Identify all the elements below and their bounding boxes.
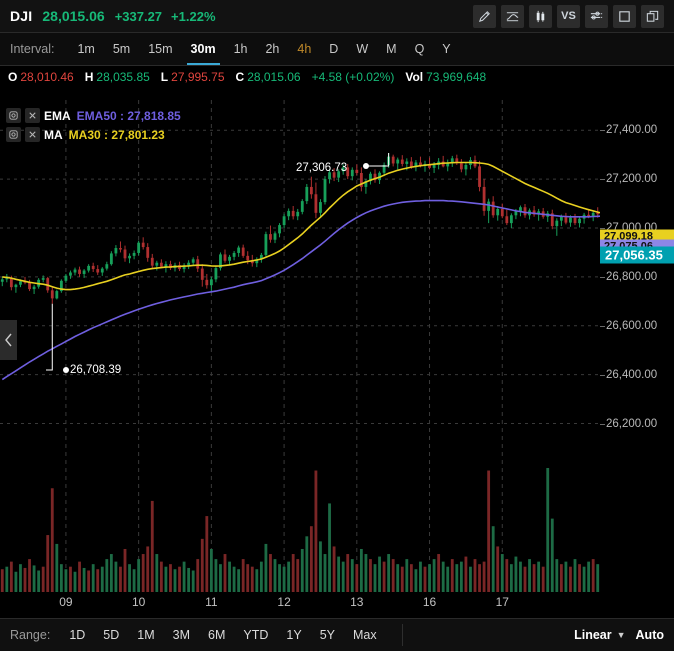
price-axis-label: 27,400.00	[606, 124, 658, 137]
ohlc-open-value: 28,010.46	[20, 69, 74, 84]
ohlc-high-key: H	[84, 69, 94, 84]
settings-sliders-icon[interactable]	[585, 4, 608, 28]
volume-key: Vol	[405, 69, 424, 84]
time-axis-label: 17	[495, 595, 509, 609]
interval-w[interactable]: W	[347, 33, 377, 65]
price-axis-label: 26,600.00	[606, 319, 658, 332]
last-price: 28,015.06	[42, 8, 105, 24]
indicator-row-ma[interactable]: MA MA30 : 27,801.23	[6, 125, 181, 144]
time-axis-label: 16	[422, 595, 437, 609]
interval-4h[interactable]: 4h	[288, 33, 320, 65]
ema-name: EMA	[44, 108, 71, 123]
price-axis-tick	[600, 325, 605, 327]
range-5y[interactable]: 5Y	[311, 628, 344, 642]
ma-settings-icon[interactable]	[6, 127, 21, 142]
ohlc-close-value: 28,015.06	[247, 69, 301, 84]
range-1d[interactable]: 1D	[60, 628, 94, 642]
range-divider	[401, 624, 403, 646]
chart-container[interactable]: 27,400.00 27,200.00 27,000.00 26,800.00 26,6…	[0, 100, 674, 597]
range-6m[interactable]: 6M	[199, 628, 234, 642]
symbol-label: DJI	[10, 8, 33, 24]
interval-y[interactable]: Y	[433, 33, 459, 65]
ema-settings-icon[interactable]	[6, 108, 21, 123]
interval-30m[interactable]: 30m	[182, 33, 225, 65]
volume-value: 73,969,648	[426, 69, 487, 84]
ohlc-low-key: L	[160, 69, 169, 84]
scale-type-select[interactable]: Linear ▼	[574, 628, 625, 642]
ma-value: MA30 : 27,801.23	[68, 127, 165, 142]
scroll-left-button[interactable]	[0, 320, 17, 360]
price-axis-label: 26,800.00	[606, 270, 658, 283]
price-change-percent: +1.22%	[171, 8, 216, 24]
time-axis-label: 13	[350, 595, 364, 609]
high-annotation: 27,306.73	[296, 162, 347, 174]
low-annotation: 26,708.39	[70, 364, 121, 376]
scale-type-label: Linear	[574, 628, 612, 642]
chart-canvas[interactable]	[0, 100, 600, 597]
compare-vs-icon[interactable]: VS	[557, 4, 580, 28]
price-axis-tick	[600, 130, 605, 132]
range-1y[interactable]: 1Y	[277, 628, 310, 642]
ohlc-open-key: O	[8, 69, 18, 84]
range-3m[interactable]: 3M	[164, 628, 199, 642]
range-label: Range:	[10, 628, 51, 642]
ma-remove-icon[interactable]	[25, 127, 40, 142]
quote-bar: DJI 28,015.06 +337.27 +1.22% VS	[0, 0, 674, 33]
fullscreen-icon[interactable]	[613, 4, 636, 28]
ohlc-readout: O 28,010.46 H 28,035.85 L 27,995.75 C 28…	[0, 66, 674, 87]
price-axis-label: 26,400.00	[606, 368, 658, 381]
ohlc-close-key: C	[235, 69, 245, 84]
interval-1m[interactable]: 1m	[68, 33, 103, 65]
last-price-tag: 27,056.35	[600, 246, 674, 264]
interval-1h[interactable]: 1h	[225, 33, 257, 65]
range-5d[interactable]: 5D	[94, 628, 128, 642]
interval-bar: Interval: 1m 5m 15m 30m 1h 2h 4h D W M Q…	[0, 33, 674, 66]
chevron-down-icon: ▼	[616, 630, 626, 640]
price-axis-label: 27,200.00	[606, 173, 658, 186]
low-annotation-value: 26,708.39	[70, 364, 122, 376]
price-plot[interactable]	[0, 100, 600, 597]
time-axis: 09 10 11 12 13 16 17	[0, 592, 674, 618]
draw-pencil-icon[interactable]	[473, 4, 496, 28]
indicator-row-ema[interactable]: EMA EMA50 : 27,818.85	[6, 106, 181, 125]
ohlc-low-value: 27,995.75	[171, 69, 225, 84]
time-axis-label: 12	[277, 595, 291, 609]
chart-toolbar: VS	[473, 4, 664, 28]
price-axis-tick	[600, 374, 605, 376]
ma-name: MA	[44, 127, 63, 142]
compare-vs-label: VS	[561, 10, 576, 22]
price-axis-tick	[600, 276, 605, 278]
chart-application: DJI 28,015.06 +337.27 +1.22% VS Interval…	[0, 0, 674, 651]
price-change: +337.27	[114, 8, 163, 24]
ema-remove-icon[interactable]	[25, 108, 40, 123]
range-1m[interactable]: 1M	[128, 628, 163, 642]
price-axis-tick	[600, 423, 605, 425]
price-axis[interactable]: 27,400.00 27,200.00 27,000.00 26,800.00 26,6…	[600, 100, 674, 597]
range-max[interactable]: Max	[344, 628, 386, 642]
interval-q[interactable]: Q	[406, 33, 434, 65]
price-axis-label: 26,200.00	[606, 417, 658, 430]
high-annotation-value: 27,306.73	[296, 162, 348, 174]
interval-d[interactable]: D	[320, 33, 347, 65]
time-axis-label: 09	[59, 595, 73, 609]
interval-2h[interactable]: 2h	[256, 33, 288, 65]
ema-value: EMA50 : 27,818.85	[76, 108, 181, 123]
scale-controls: Linear ▼ Auto	[574, 628, 664, 642]
interval-15m[interactable]: 15m	[139, 33, 181, 65]
time-axis-label: 10	[131, 595, 146, 609]
interval-5m[interactable]: 5m	[104, 33, 139, 65]
range-bar: Range: 1D 5D 1M 3M 6M YTD 1Y 5Y Max Line…	[0, 618, 674, 651]
ohlc-change: +4.58 (+0.02%)	[311, 69, 395, 84]
range-ytd[interactable]: YTD	[234, 628, 277, 642]
price-axis-tick	[600, 179, 605, 181]
layers-icon[interactable]	[641, 4, 664, 28]
candlestick-icon[interactable]	[529, 4, 552, 28]
ohlc-high-value: 28,035.85	[96, 69, 150, 84]
interval-label: Interval:	[10, 42, 55, 56]
interval-m[interactable]: M	[377, 33, 405, 65]
auto-scale-button[interactable]: Auto	[636, 628, 664, 642]
indicator-line-icon[interactable]	[501, 4, 524, 28]
indicator-legend: EMA EMA50 : 27,818.85 MA MA30 : 27,801.2…	[6, 106, 181, 144]
time-axis-label: 11	[205, 595, 218, 609]
